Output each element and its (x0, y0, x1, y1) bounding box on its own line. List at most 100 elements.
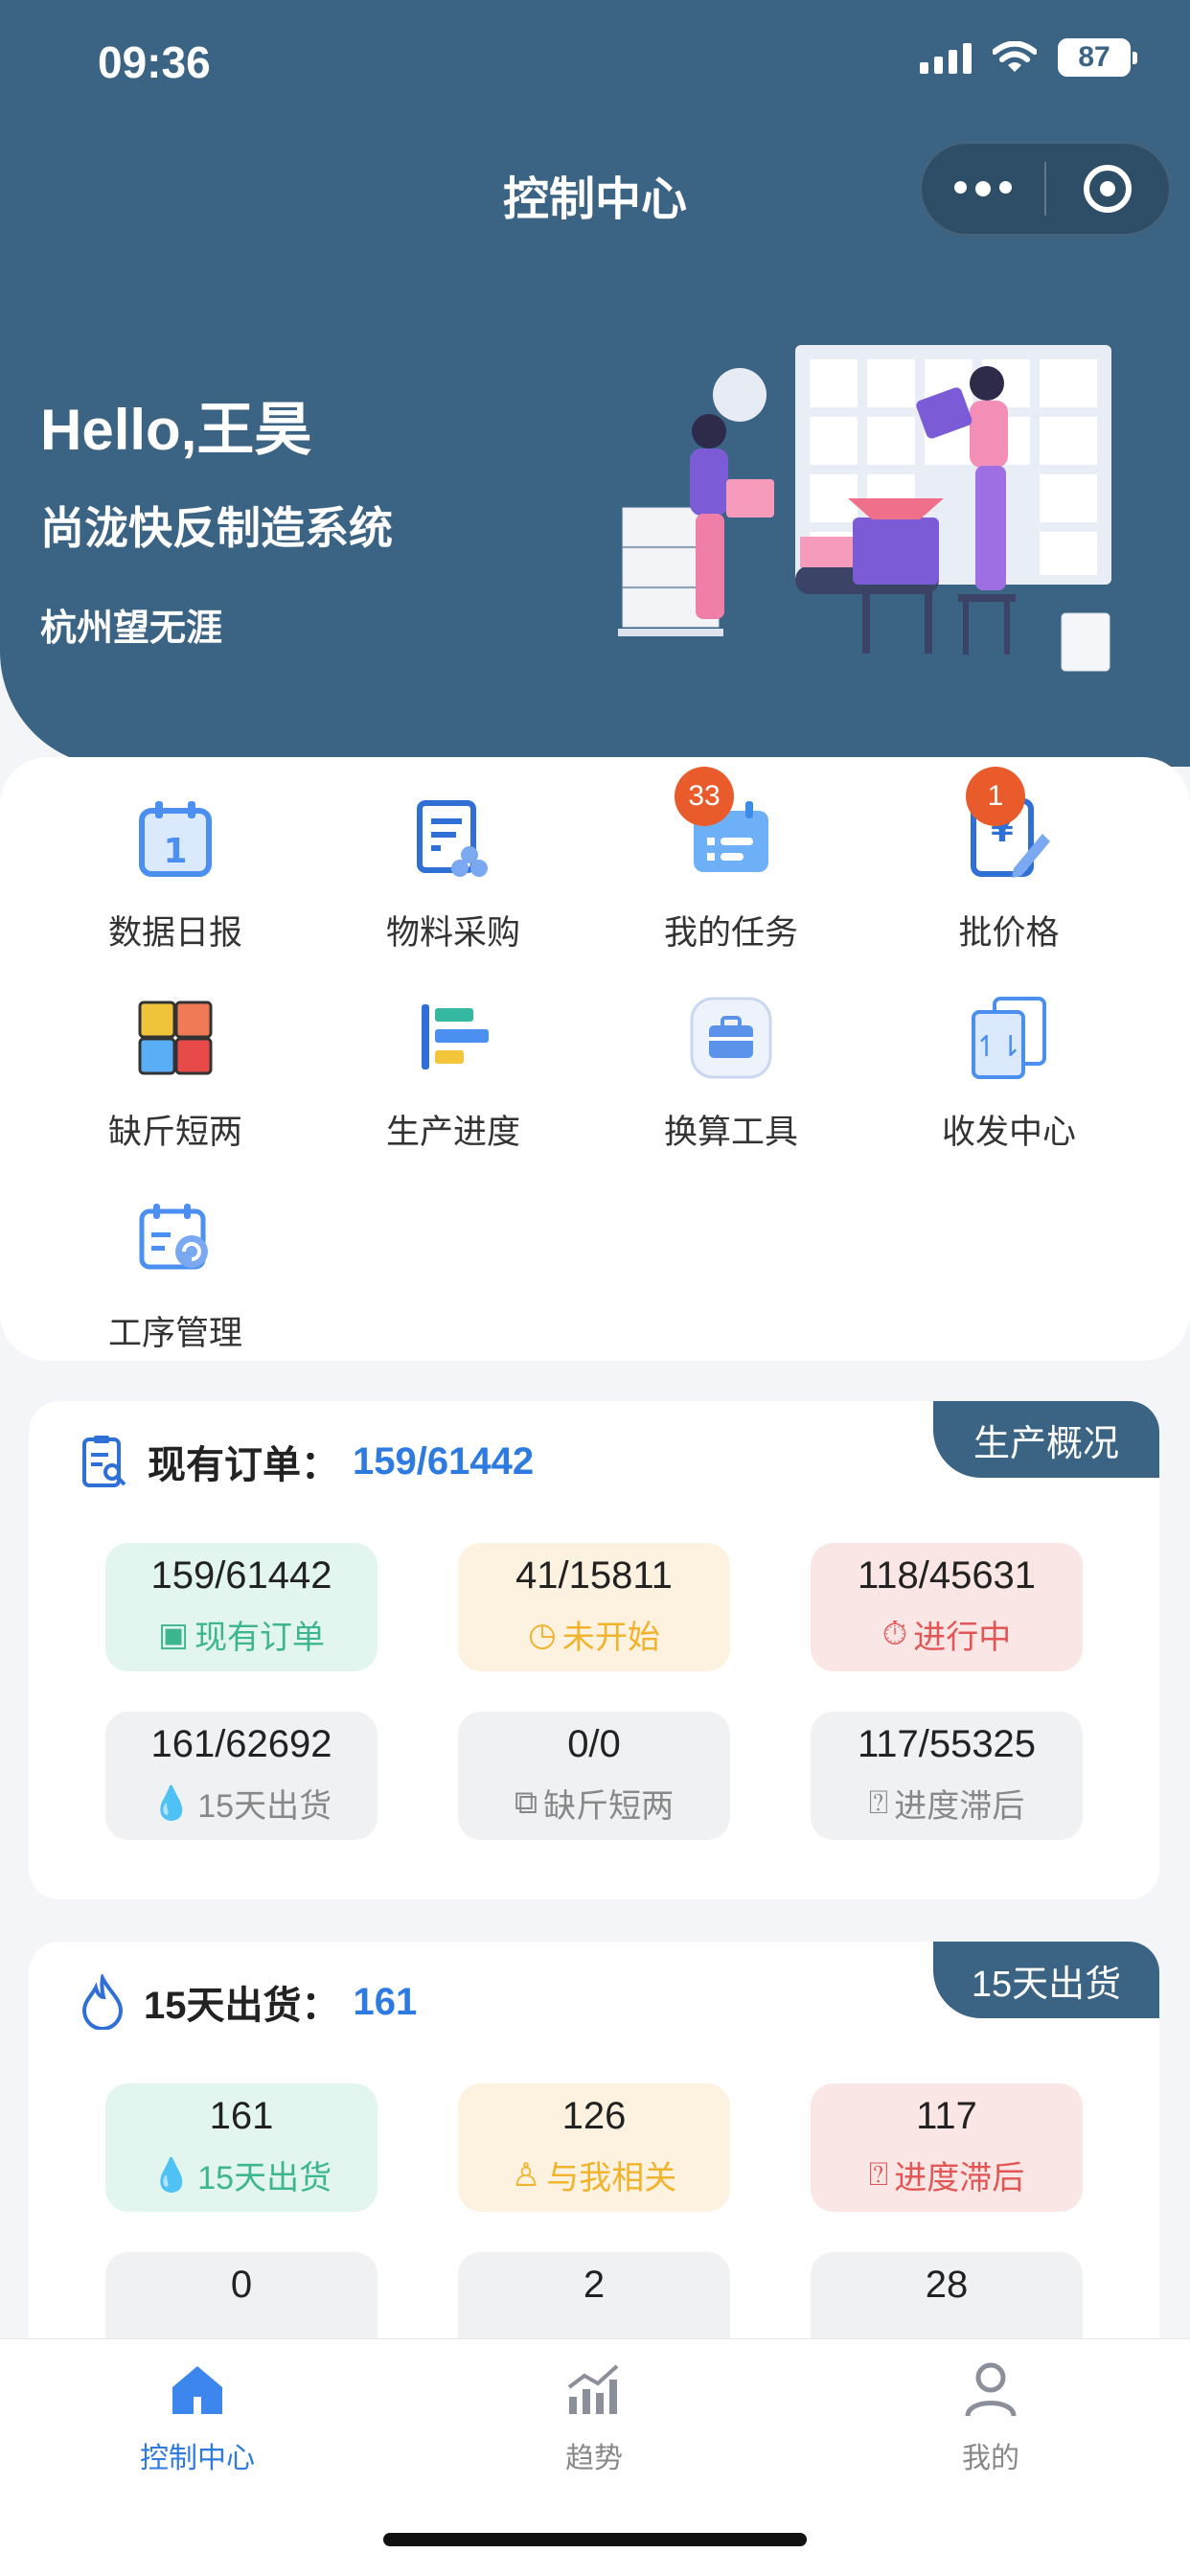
progress-bars-icon (422, 1004, 489, 1070)
tile-number: 0/0 (567, 1723, 621, 1765)
question-doc-icon: ⍰ (868, 2156, 889, 2193)
menu-label: 工序管理 (107, 1315, 242, 1352)
home-indicator (383, 2533, 807, 2546)
svg-text:↿⇂: ↿⇂ (974, 1030, 1022, 1064)
menu-label: 换算工具 (663, 1114, 798, 1151)
card-header: 现有订单： 159/61442 (80, 1434, 534, 1489)
tile-15day-shipping[interactable]: 161/62692 💧 15天出货 (105, 1712, 378, 1840)
wifi-icon (993, 41, 1037, 72)
menu-item-dispatch-center[interactable]: ↿⇂ 收发中心 (870, 995, 1148, 1154)
tile-number: 118/45631 (857, 1554, 1037, 1597)
tile-number: 161 (209, 2095, 274, 2137)
trend-icon (567, 2364, 619, 2414)
menu-item-shortage[interactable]: 缺斤短两 (36, 995, 314, 1154)
user-star-icon: ♙ (511, 2156, 541, 2194)
card-header: 15天出货： 161 (80, 1974, 417, 2030)
status-time: 09:36 (98, 37, 211, 87)
tile-current-orders[interactable]: 159/61442 ▣ 现有订单 (105, 1543, 378, 1671)
svg-text:1: 1 (163, 832, 187, 871)
toolbox-icon (690, 997, 772, 1079)
card-title: 现有订单： (148, 1444, 339, 1486)
menu-item-price-approval[interactable]: ¥ 1 批价格 (870, 767, 1148, 954)
question-doc-icon: ⍰ (868, 1784, 889, 1821)
drop-icon: 💧 (150, 2156, 193, 2194)
menu-label: 生产进度 (385, 1114, 520, 1151)
price-count-badge: 1 (966, 767, 1025, 826)
tile-delayed[interactable]: 117/55325 ⍰ 进度滞后 (811, 1712, 1083, 1840)
menu-item-process-management[interactable]: 工序管理 (36, 1196, 314, 1355)
menu-item-my-tasks[interactable]: 33 我的任务 (592, 767, 870, 954)
menu-item-data-daily[interactable]: 1 数据日报 (36, 795, 314, 954)
status-icons: 87 (920, 38, 1137, 77)
tile-number: 159/61442 (150, 1554, 332, 1597)
tab-label: 趋势 (565, 2443, 623, 2474)
tile-label: 进度滞后 (894, 1788, 1025, 1825)
menu-label: 我的任务 (663, 914, 798, 952)
task-count-badge: 33 (675, 767, 734, 826)
card-value: 161 (353, 1980, 418, 2023)
close-target-icon[interactable] (1046, 165, 1169, 213)
menu-label: 数据日报 (107, 914, 242, 952)
tile-related-to-me[interactable]: 126 ♙ 与我相关 (458, 2083, 730, 2212)
clock-icon: ◷ (528, 1616, 557, 1653)
transfer-icon: ↿⇂ (972, 997, 1046, 1079)
menu-item-conversion-tool[interactable]: 换算工具 (592, 995, 870, 1154)
tile-shortage[interactable]: 0/0 ⧉ 缺斤短两 (458, 1712, 730, 1840)
tile-number: 126 (561, 2095, 627, 2137)
tile-number: 28 (925, 2264, 969, 2306)
tab-mine[interactable]: 我的 (847, 2358, 1134, 2476)
greeting: Hello,王昊 (40, 398, 312, 462)
tile-number: 41/15811 (515, 1554, 673, 1597)
battery-icon: 87 (1058, 38, 1137, 77)
company-name: 杭州望无涯 (40, 609, 223, 649)
timer-icon: ⏱ (881, 1616, 908, 1652)
tile-number: 161/62692 (150, 1723, 332, 1765)
tile-not-started[interactable]: 41/15811 ◷ 未开始 (458, 1543, 730, 1671)
tile-in-progress[interactable]: 118/45631 ⏱ 进行中 (811, 1543, 1083, 1671)
orders-overview-card: 生产概况 现有订单： 159/61442 159/61442 ▣ 现有订单 41/… (29, 1401, 1159, 1899)
menu-item-material-purchase[interactable]: 物料采购 (314, 795, 592, 954)
tile-label: 未开始 (561, 1620, 660, 1656)
tile-label: 缺斤短两 (543, 1788, 675, 1825)
tile-number: 117/55325 (857, 1723, 1037, 1765)
tile-label: 进行中 (913, 1620, 1012, 1656)
user-icon (965, 2362, 1017, 2417)
tile-label: 15天出货 (197, 2160, 332, 2196)
tile-label: 与我相关 (546, 2160, 677, 2196)
menu-item-production-progress[interactable]: 生产进度 (314, 995, 592, 1154)
tile-number: 2 (583, 2264, 606, 2306)
card-title: 15天出货： (144, 1985, 340, 2027)
more-icon[interactable] (922, 181, 1044, 196)
miniprogram-capsule (920, 142, 1171, 236)
process-calendar-icon (139, 1204, 208, 1270)
tile-delayed[interactable]: 117 ⍰ 进度滞后 (811, 2083, 1083, 2212)
tab-trend[interactable]: 趋势 (450, 2358, 738, 2476)
tile-number: 117 (916, 2095, 977, 2137)
tile-number: 0 (230, 2264, 253, 2306)
document-list-icon (417, 800, 488, 877)
search-doc-icon: ▣ (157, 1616, 190, 1653)
header-banner: 09:36 87 控制中心 Hello,王昊 尚泷快反制造系统 杭州望无涯 (0, 0, 1190, 767)
battery-level: 87 (1078, 41, 1110, 73)
card-ribbon: 15天出货 (933, 1942, 1159, 2018)
puzzle-piece-icon: ⧉ (514, 1784, 538, 1821)
menu-label: 物料采购 (385, 914, 520, 952)
tile-label: 现有订单 (195, 1620, 326, 1656)
signal-icon (920, 41, 972, 74)
home-icon (172, 2366, 222, 2414)
menu-label: 收发中心 (941, 1114, 1076, 1151)
card-value: 159/61442 (353, 1439, 535, 1483)
function-menu: 1 数据日报 物料采购 33 我的任务 ¥ 1 批价格 缺斤短两 生产进度 换算… (0, 757, 1190, 1361)
clipboard-search-icon (82, 1436, 126, 1487)
tile-label: 进度滞后 (894, 2160, 1025, 2196)
tab-control-center[interactable]: 控制中心 (54, 2358, 341, 2476)
menu-label: 批价格 (958, 914, 1060, 952)
system-name: 尚泷快反制造系统 (40, 503, 393, 553)
tile-15day-shipping[interactable]: 161 💧 15天出货 (105, 2083, 378, 2212)
factory-illustration (618, 345, 1111, 672)
tile-label: 15天出货 (197, 1788, 332, 1825)
card-ribbon: 生产概况 (933, 1401, 1159, 1478)
drop-icon: 💧 (150, 1784, 193, 1822)
tab-label: 我的 (962, 2443, 1019, 2474)
menu-label: 缺斤短两 (107, 1114, 242, 1151)
